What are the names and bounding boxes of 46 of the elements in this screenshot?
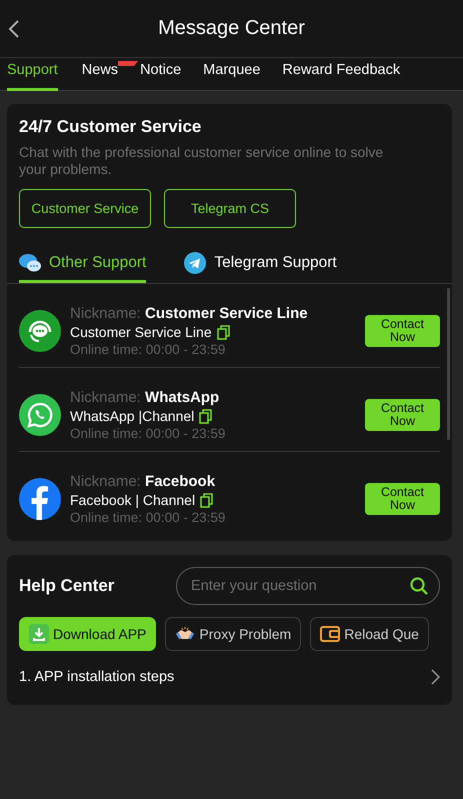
chevron-right-icon (430, 669, 440, 685)
contact-now-button[interactable]: Contact Now (365, 483, 440, 515)
scrollbar[interactable] (447, 288, 450, 440)
search-field[interactable]: Enter your question (176, 567, 440, 605)
facebook-icon (19, 478, 61, 520)
copy-icon[interactable] (199, 408, 212, 424)
tab[interactable]: News (82, 58, 118, 91)
download-icon (29, 624, 49, 644)
handshake-icon (175, 626, 196, 642)
phone-chat-icon (19, 394, 61, 436)
search-icon[interactable] (409, 576, 429, 596)
search-input[interactable]: Enter your question (189, 577, 409, 595)
channel-name: Facebook | Channel (70, 492, 196, 508)
section-title: Help Center (19, 576, 114, 596)
copy-icon[interactable] (216, 324, 230, 340)
category-chip[interactable]: Download APP (19, 617, 156, 651)
copy-icon[interactable] (200, 492, 214, 508)
category-chip[interactable]: Proxy Problem (165, 617, 302, 651)
paper-plane-icon (184, 252, 206, 274)
support-tab[interactable]: Telegram Support (184, 252, 337, 283)
contact-now-button[interactable]: Contact Now (365, 315, 440, 347)
section-title: 24/7 Customer Service (19, 117, 202, 137)
channel-name: WhatsApp |Channel (70, 408, 194, 424)
tab[interactable]: Marquee (203, 58, 260, 91)
support-tab[interactable]: Other Support (19, 252, 146, 283)
service-button[interactable]: Telegram CS (164, 189, 296, 228)
back-icon (8, 19, 20, 39)
chat-bubbles-icon (19, 253, 41, 273)
section-description: Chat with the professional customer service online to solve your problems. (19, 144, 384, 178)
online-time-text: Online time: 00:00 - 23:59 (70, 426, 226, 441)
headset-chat-icon (19, 310, 61, 352)
contact-now-button[interactable]: Contact Now (365, 399, 440, 431)
nickname-text: Nickname: Facebook (70, 473, 216, 490)
online-time-text: Online time: 00:00 - 23:59 (70, 342, 226, 357)
channel-name: Customer Service Line (70, 324, 212, 340)
service-button[interactable]: Customer Service (19, 189, 151, 228)
nickname-text: Nickname: Customer Service Line (70, 305, 309, 322)
tab[interactable]: Notice (140, 58, 182, 91)
question-item[interactable]: 1. APP installation steps (19, 669, 440, 685)
online-time-text: Online time: 00:00 - 23:59 (70, 510, 226, 525)
wallet-icon (320, 625, 340, 643)
page-title: Message Center (158, 17, 305, 40)
nickname-text: Nickname: WhatsApp (70, 389, 220, 406)
category-chip[interactable]: Reload Que (310, 617, 429, 651)
tab[interactable]: Support (7, 58, 58, 91)
tab[interactable]: Reward Feedback (282, 58, 400, 91)
